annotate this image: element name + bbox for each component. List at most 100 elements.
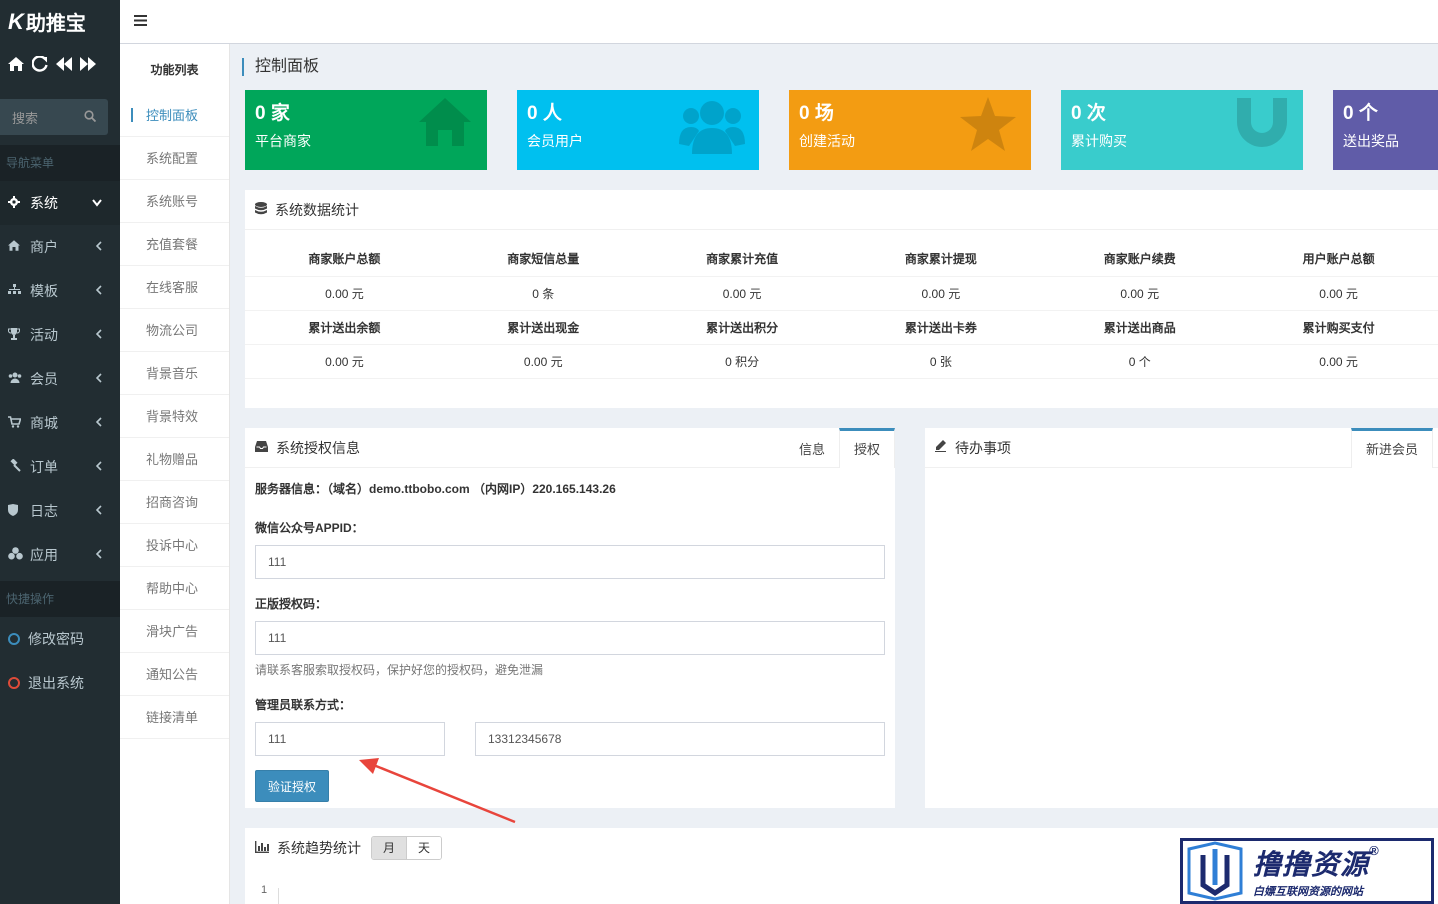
table-cell: 0 条 <box>443 276 643 311</box>
stat-number: 0 次 <box>1071 103 1106 124</box>
database-icon <box>255 201 267 218</box>
stat-box-purchases[interactable]: 0 次 累计购买 <box>1061 90 1303 170</box>
search-input[interactable]: 搜索 <box>12 108 38 127</box>
code-label: 正版授权码： <box>255 597 328 611</box>
stat-box-prizes[interactable]: 0 个 送出奖品 <box>1333 90 1438 170</box>
func-item[interactable]: 投诉中心 <box>120 524 229 567</box>
backward-icon[interactable] <box>56 56 72 76</box>
nav-header: 导航菜单 <box>0 145 120 181</box>
quick-icon-bar <box>0 43 120 89</box>
search-icon[interactable] <box>84 109 97 125</box>
license-tabs: 信息 授权 <box>785 428 895 468</box>
table-header-cell: 商家累计充值 <box>642 242 842 277</box>
func-item[interactable]: 滑块广告 <box>120 610 229 653</box>
func-item[interactable]: 背景特效 <box>120 395 229 438</box>
func-item[interactable]: 招商咨询 <box>120 481 229 524</box>
func-item[interactable]: 物流公司 <box>120 309 229 352</box>
chevron-left-icon <box>95 460 102 474</box>
table-cell: 0 张 <box>841 344 1041 379</box>
home-icon[interactable] <box>8 56 24 76</box>
sidebar-item-member[interactable]: 会员 <box>0 357 120 401</box>
menu-toggle-icon[interactable] <box>134 10 147 31</box>
func-item[interactable]: 充值套餐 <box>120 223 229 266</box>
top-bar <box>120 0 1438 44</box>
home-icon <box>419 98 471 146</box>
users-icon <box>679 101 745 154</box>
sidebar-search[interactable]: 搜索 <box>0 99 108 135</box>
change-password-link[interactable]: 修改密码 <box>0 617 120 661</box>
stat-box-merchants[interactable]: 0 家 平台商家 <box>245 90 487 170</box>
gavel-icon <box>8 458 30 475</box>
table-header-row: 累计送出余额 累计送出现金 累计送出积分 累计送出卡券 累计送出商品 累计购买支… <box>245 310 1438 345</box>
stat-label: 创建活动 <box>799 133 855 149</box>
table-header-cell: 累计购买支付 <box>1239 310 1438 345</box>
watermark-title: 撸撸资源 <box>1253 849 1370 880</box>
table-cell: 0.00 元 <box>1040 276 1240 311</box>
table-cell: 0 个 <box>1040 344 1240 379</box>
refresh-icon[interactable] <box>31 54 48 77</box>
sidebar-item-merchant[interactable]: 商户 <box>0 225 120 269</box>
chevron-left-icon <box>95 504 102 518</box>
func-item[interactable]: 帮助中心 <box>120 567 229 610</box>
table-header-cell: 商家账户续费 <box>1040 242 1240 277</box>
chevron-left-icon <box>95 548 102 562</box>
watermark-big: 撸撸资源® <box>1253 843 1380 883</box>
contact-phone-input[interactable]: 13312345678 <box>475 722 885 756</box>
func-item[interactable]: 控制面板 <box>120 94 229 137</box>
table-header-cell: 累计送出卡券 <box>841 310 1041 345</box>
shield-icon <box>8 503 30 519</box>
tab-auth[interactable]: 授权 <box>838 428 895 468</box>
stat-number: 0 人 <box>527 103 562 124</box>
todo-tabs: 新进会员 <box>1350 428 1433 468</box>
contact-label: 管理员联系方式： <box>255 698 352 712</box>
func-item[interactable]: 礼物赠品 <box>120 438 229 481</box>
period-month-button[interactable]: 月 <box>372 837 408 859</box>
todo-panel: 待办事项 新进会员 <box>925 428 1438 808</box>
chevron-left-icon <box>95 372 102 386</box>
table-row: 0.00 元 0.00 元 0 积分 0 张 0 个 0.00 元 <box>245 344 1438 379</box>
func-item[interactable]: 在线客服 <box>120 266 229 309</box>
sidebar-item-system[interactable]: 系统 <box>0 181 120 225</box>
appid-input[interactable]: 111 <box>255 545 885 579</box>
sidebar-item-label: 订单 <box>30 459 58 475</box>
sitemap-icon <box>8 284 30 298</box>
watermark-small: 白嫖互联网资源的网站 <box>1253 886 1363 898</box>
table-cell: 0.00 元 <box>841 276 1041 311</box>
magnet-icon <box>1237 98 1287 147</box>
license-code-input[interactable]: 111 <box>255 621 885 655</box>
sidebar-item-log[interactable]: 日志 <box>0 489 120 533</box>
func-item[interactable]: 链接清单 <box>120 696 229 739</box>
sidebar-item-template[interactable]: 模板 <box>0 269 120 313</box>
sidebar-item-order[interactable]: 订单 <box>0 445 120 489</box>
table-header-row: 商家账户总额 商家短信总量 商家累计充值 商家累计提现 商家账户续费 用户账户总… <box>245 242 1438 277</box>
func-item[interactable]: 背景音乐 <box>120 352 229 395</box>
registered-mark: ® <box>1369 843 1380 858</box>
chevron-left-icon <box>95 328 102 342</box>
table-cell: 0.00 元 <box>1239 276 1438 311</box>
forward-icon[interactable] <box>80 56 96 76</box>
chevron-down-icon <box>92 196 102 210</box>
circle-icon <box>8 633 20 645</box>
panel-header: 系统数据统计 <box>245 190 1438 230</box>
sidebar-item-label: 商城 <box>30 415 58 431</box>
contact-name-input[interactable]: 111 <box>255 722 445 756</box>
stat-box-members[interactable]: 0 人 会员用户 <box>517 90 759 170</box>
tab-new-members[interactable]: 新进会员 <box>1350 428 1433 468</box>
func-item[interactable]: 系统账号 <box>120 180 229 223</box>
period-day-button[interactable]: 天 <box>407 837 442 859</box>
func-item[interactable]: 通知公告 <box>120 653 229 696</box>
license-form: 服务器信息：（域名）demo.ttbobo.com （内网IP）220.165.… <box>245 468 895 802</box>
sidebar-item-activity[interactable]: 活动 <box>0 313 120 357</box>
sidebar-item-apps[interactable]: 应用 <box>0 533 120 577</box>
verify-button[interactable]: 验证授权 <box>255 770 330 802</box>
table-header-cell: 累计送出积分 <box>642 310 842 345</box>
panel-title: 待办事项 <box>955 439 1011 456</box>
sidebar-item-mall[interactable]: 商城 <box>0 401 120 445</box>
tab-info[interactable]: 信息 <box>785 428 839 468</box>
page-title: 控制面板 <box>242 58 319 76</box>
stat-box-activities[interactable]: 0 场 创建活动 <box>789 90 1031 170</box>
cubes-icon <box>8 547 30 563</box>
app-logo[interactable]: K 助推宝 <box>0 0 120 43</box>
logout-link[interactable]: 退出系统 <box>0 661 120 705</box>
func-item[interactable]: 系统配置 <box>120 137 229 180</box>
